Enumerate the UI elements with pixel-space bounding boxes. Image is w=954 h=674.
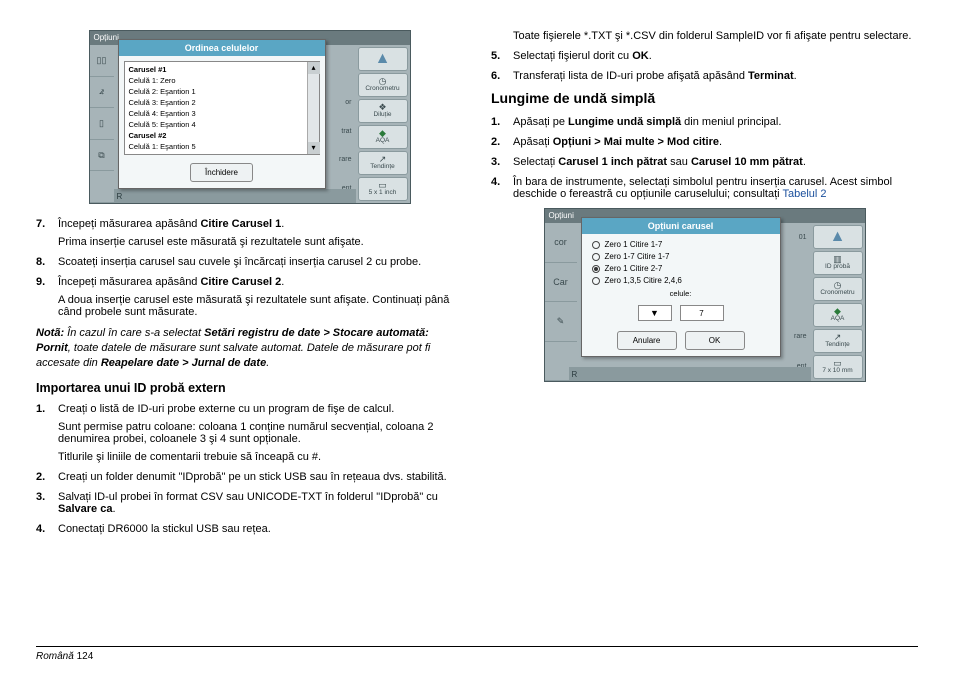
table-link[interactable]: Tabelul 2 [782,188,826,200]
list-item[interactable]: Carusel #1 [127,64,317,75]
celule-label: celule: [670,289,692,298]
cuvette-button[interactable]: ▭7 x 10 mm [813,355,863,379]
heading-single-wave: Lungime de undă simplă [491,90,918,106]
cells-dropdown-arrow[interactable]: ▼ [638,305,672,321]
radio-label: Zero 1 Citire 2-7 [605,264,663,273]
close-button[interactable]: Închidere [190,163,253,182]
screen1-right-toolbar: ▲ ◷Cronometru ❖Diluție ◆AQA ↗Tendințe ▭5… [356,45,410,203]
radio-option-group: Zero 1 Citire 1-7 Zero 1-7 Citire 1-7 Zero… [582,234,780,287]
ok-button[interactable]: OK [685,331,745,350]
left-column: Opțiuni ▯▯ ⦨ ▯ ⧉ or trat rare ent [36,30,463,543]
right-column: Toate fişierele *.TXT şi *.CSV din folde… [491,30,918,543]
s2-l2[interactable]: Car [545,263,577,303]
page-footer: Română 124 [36,646,918,662]
screen1-mid-labels: or trat rare ent [326,45,354,203]
modal2-title: Opțiuni carusel [582,218,780,234]
lefticon-3[interactable]: ▯ [90,108,114,140]
cronometru-button[interactable]: ◷Cronometru [358,73,408,97]
note-block: Notã: În cazul în care s-a selectat Setă… [36,326,463,371]
modal-cell-order: Ordinea celulelor Carusel #1Celulă 1: Ze… [118,39,326,189]
radio-icon[interactable] [592,253,600,261]
screen1-left-toolbar: ▯▯ ⦨ ▯ ⧉ [90,45,114,203]
radio-icon[interactable] [592,241,600,249]
screen-2: Opțiuni cor Car ✎ 01 rare ent ▲ [544,208,866,382]
step-item: 9.Începeți măsurarea apăsând Citire Caru… [36,276,463,318]
screen2-bottombar: R [569,367,811,381]
step-item: 4.Conectați DR6000 la stickul USB sau re… [36,523,463,535]
list-item[interactable]: Celulă 1: Eşantion 5 [127,141,317,152]
edit-icon[interactable]: ✎ [545,302,577,342]
steps-list-d: 1.Apăsați pe Lungime undă simplă din men… [491,116,918,200]
radio-label: Zero 1-7 Citire 1-7 [605,252,670,261]
radio-icon[interactable] [592,265,600,273]
step-item: 2.Apăsați Opțiuni > Mai multe > Mod citi… [491,136,918,148]
cuvette-button[interactable]: ▭5 x 1 inch [358,177,408,201]
modal-carousel-options: Opțiuni carusel Zero 1 Citire 1-7 Zero 1-… [581,217,781,357]
cell-order-list[interactable]: Carusel #1Celulă 1: ZeroCelulă 2: Eşanti… [124,61,320,155]
screen2-right-toolbar: ▲ ▥ID probă ◷Cronometru ◆AQA ↗Tendințe ▭… [811,223,865,381]
heading-import: Importarea unui ID probă extern [36,381,463,395]
steps-list-b: 1.Creați o listă de ID-uri probe externe… [36,403,463,535]
tendinte-button[interactable]: ↗Tendințe [358,151,408,175]
step-item: 8.Scoateți inserția carusel sau cuvele ş… [36,256,463,268]
cronometru-button[interactable]: ◷Cronometru [813,277,863,301]
step-item: 1.Apăsați pe Lungime undă simplă din men… [491,116,918,128]
lefticon-4[interactable]: ⧉ [90,140,114,172]
step-item: 2.Creați un folder denumit "IDprobă" pe … [36,471,463,483]
aqa-button[interactable]: ◆AQA [813,303,863,327]
step-item: 3.Salvați ID-ul probei în format CSV sau… [36,491,463,515]
figure-1: Opțiuni ▯▯ ⦨ ▯ ⧉ or trat rare ent [36,30,463,204]
step-item: 3.Selectați Carusel 1 inch pătrat sau Ca… [491,156,918,168]
scroll-up-icon[interactable]: ▴ [308,62,320,74]
radio-label: Zero 1,3,5 Citire 2,4,6 [605,276,682,285]
scrollbar[interactable]: ▴ ▾ [307,62,319,154]
step-item: 4.În bara de instrumente, selectați simb… [491,176,918,200]
list-item[interactable]: Celulă 1: Zero [127,75,317,86]
lefticon-1[interactable]: ▯▯ [90,45,114,77]
cancel-button[interactable]: Anulare [617,331,677,350]
step-item: 7.Începeți măsurarea apăsând Citire Caru… [36,218,463,248]
steps-list-c: 5.Selectați fişierul dorit cu OK. 6.Trans… [491,50,918,82]
figure-2: Opțiuni cor Car ✎ 01 rare ent ▲ [491,208,918,382]
lefticon-5[interactable] [90,171,114,203]
lefticon-2[interactable]: ⦨ [90,77,114,109]
tendinte-button[interactable]: ↗Tendințe [813,329,863,353]
footer-language: Română [36,651,74,662]
radio-option[interactable]: Zero 1 Citire 1-7 [592,240,770,249]
cells-value[interactable]: 7 [680,305,724,321]
screen-1: Opțiuni ▯▯ ⦨ ▯ ⧉ or trat rare ent [89,30,411,204]
list-item[interactable]: Celulă 4: Eşantion 3 [127,108,317,119]
footer-page-number: 124 [77,651,94,662]
screen1-bottombar: R [114,189,356,203]
list-item[interactable]: Celulă 3: Eşantion 2 [127,97,317,108]
arrow-up-button[interactable]: ▲ [358,47,408,71]
modal1-title: Ordinea celulelor [119,40,325,56]
radio-option[interactable]: Zero 1-7 Citire 1-7 [592,252,770,261]
list-item[interactable]: Carusel #2 [127,130,317,141]
step-item: 1.Creați o listă de ID-uri probe externe… [36,403,463,463]
radio-option[interactable]: Zero 1 Citire 2-7 [592,264,770,273]
radio-icon[interactable] [592,277,600,285]
s2-l1[interactable]: cor [545,223,577,263]
dilutie-button[interactable]: ❖Diluție [358,99,408,123]
screen2-left-toolbar: cor Car ✎ [545,223,577,381]
step-item: 5.Selectați fişierul dorit cu OK. [491,50,918,62]
steps-list-a: 7.Începeți măsurarea apăsând Citire Caru… [36,218,463,318]
screen2-mid-labels: 01 rare ent [781,223,809,381]
list-item[interactable]: Celulă 2: Eşantion 1 [127,86,317,97]
id-proba-button[interactable]: ▥ID probă [813,251,863,275]
right-intro: Toate fişierele *.TXT şi *.CSV din folde… [513,30,918,42]
scroll-down-icon[interactable]: ▾ [308,142,320,154]
radio-label: Zero 1 Citire 1-7 [605,240,663,249]
radio-option[interactable]: Zero 1,3,5 Citire 2,4,6 [592,276,770,285]
aqa-button[interactable]: ◆AQA [358,125,408,149]
arrow-up-button[interactable]: ▲ [813,225,863,249]
list-item[interactable]: Celulă 5: Eşantion 4 [127,119,317,130]
step-item: 6.Transferați lista de ID-uri probe afiş… [491,70,918,82]
